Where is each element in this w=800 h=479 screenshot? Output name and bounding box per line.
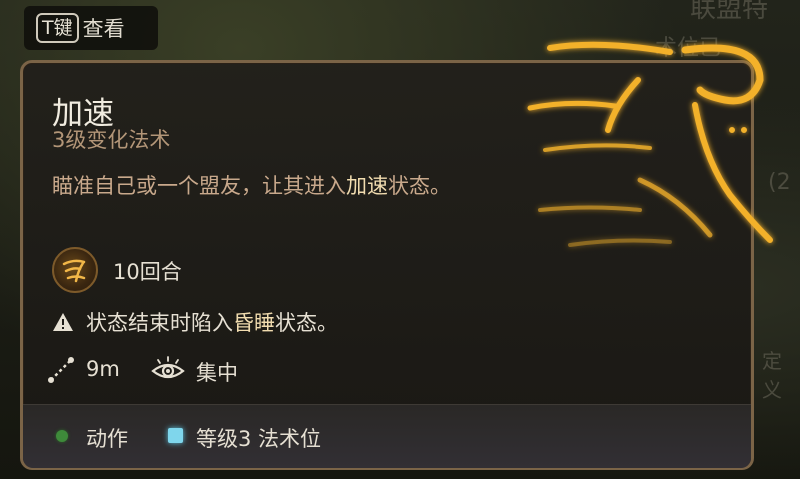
inspect-label: 查看 xyxy=(82,17,125,41)
desc-highlight: 加速 xyxy=(346,174,388,198)
desc-prefix: 瞄准自己或一个盟友，让其进入 xyxy=(52,174,346,198)
bg-text-right-1: 术位已 xyxy=(655,36,722,61)
warning-prefix: 状态结束时陷入 xyxy=(86,311,233,335)
warning-icon xyxy=(53,313,73,331)
side-effect-text: 状态结束时陷入昏睡状态。 xyxy=(86,307,338,337)
bg-text-right-3: 定义 xyxy=(762,349,782,402)
action-cost-icon xyxy=(56,430,68,442)
bg-text-right-2: (2 xyxy=(768,170,791,195)
spell-level-school: 3级变化法术 xyxy=(52,128,171,152)
t-key-badge: T键 xyxy=(36,13,79,43)
haste-duration-icon xyxy=(52,247,98,293)
spell-description: 瞄准自己或一个盟友，让其进入加速状态。 xyxy=(52,170,522,202)
concentration-text: 集中 xyxy=(196,361,238,385)
spell-slot-text: 等级3 法术位 xyxy=(196,427,322,451)
spell-slot-icon xyxy=(168,428,183,443)
concentration-eye-icon xyxy=(151,356,185,379)
inspect-hint[interactable]: T键 查看 xyxy=(24,6,158,50)
bg-text-top-right: 联盟特 xyxy=(690,0,769,24)
tooltip-footer xyxy=(23,404,751,468)
warning-suffix: 状态。 xyxy=(275,311,338,335)
action-cost-text: 动作 xyxy=(86,427,128,451)
desc-suffix: 状态。 xyxy=(388,174,451,198)
warning-highlight: 昏睡 xyxy=(233,311,275,335)
range-text: 9m xyxy=(86,357,120,381)
duration-text: 10回合 xyxy=(113,260,182,284)
range-icon xyxy=(48,357,74,383)
